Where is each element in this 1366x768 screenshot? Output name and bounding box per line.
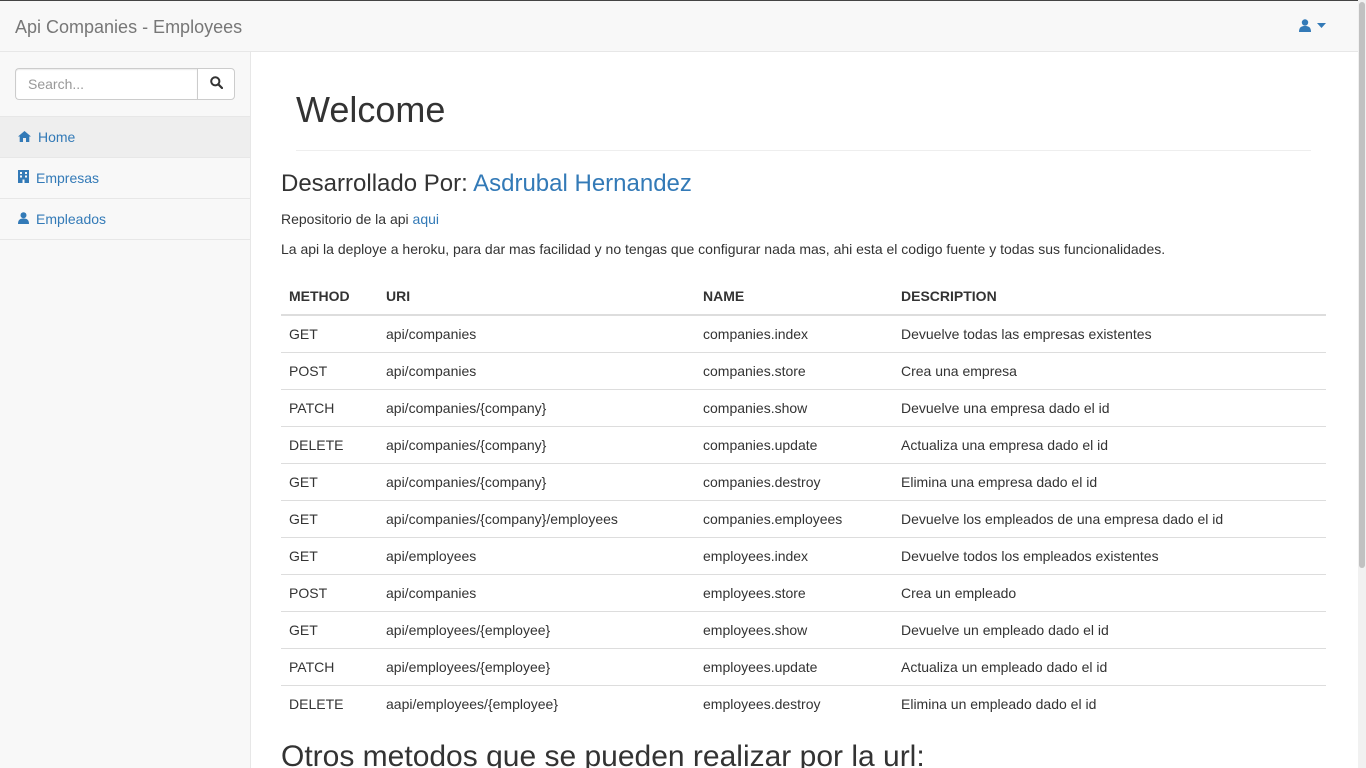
table-row: GET api/employees/{employee} employees.sho…: [281, 610, 1326, 649]
column-header-description: DESCRIPTION: [893, 276, 1326, 316]
table-header-row: METHOD URI NAME DESCRIPTION: [281, 276, 1326, 316]
cell-uri: api/employees: [378, 536, 695, 575]
cell-name: companies.show: [695, 388, 893, 427]
cell-name: companies.store: [695, 351, 893, 390]
routes-table: METHOD URI NAME DESCRIPTION GET api/compa…: [281, 276, 1326, 723]
repo-link[interactable]: aqui: [413, 211, 439, 227]
cell-method: PATCH: [281, 647, 378, 686]
cell-method: GET: [281, 314, 378, 353]
cell-name: companies.destroy: [695, 462, 893, 501]
sidebar-search: [15, 68, 235, 100]
search-icon: [209, 76, 223, 92]
cell-description: Devuelve los empleados de una empresa da…: [893, 499, 1326, 538]
cell-uri: api/companies/{company}: [378, 388, 695, 427]
table-row: PATCH api/companies/{company} companies.sh…: [281, 388, 1326, 427]
sidebar-item-home[interactable]: Home: [0, 117, 250, 158]
cell-uri: api/companies/{company}: [378, 462, 695, 501]
api-description: La api la deploye a heroku, para dar mas…: [281, 240, 1166, 257]
developed-by-label: Desarrollado Por:: [281, 169, 468, 197]
table-row: GET api/companies/{company} companies.dest…: [281, 462, 1326, 501]
sidebar-item-label: Home: [38, 129, 76, 145]
column-header-method: METHOD: [281, 276, 378, 316]
table-row: DELETE api/companies/{company} companies.u…: [281, 425, 1326, 464]
cell-method: DELETE: [281, 425, 378, 464]
cell-description: Actualiza una empresa dado el id: [893, 425, 1326, 464]
cell-name: employees.update: [695, 647, 893, 686]
page-scrollbar[interactable]: [1358, 0, 1366, 768]
other-methods-heading: Otros metodos que se pueden realizar por…: [281, 740, 925, 768]
sidebar-item-label: Empleados: [36, 211, 107, 227]
cell-method: DELETE: [281, 684, 378, 723]
top-navbar: Api Companies - Employees: [0, 0, 1358, 52]
user-icon: [18, 211, 36, 227]
developer-heading: Desarrollado Por: Asdrubal Hernandez: [281, 169, 1326, 197]
developer-link[interactable]: Asdrubal Hernandez: [473, 170, 692, 197]
cell-name: employees.show: [695, 610, 893, 649]
table-row: PATCH api/employees/{employee} employees.u…: [281, 647, 1326, 686]
cell-uri: aapi/employees/{employee}: [378, 684, 695, 723]
page-title: Welcome: [296, 89, 446, 130]
table-row: GET api/companies/{company}/employees comp…: [281, 499, 1326, 538]
cell-description: Actualiza un empleado dado el id: [893, 647, 1326, 686]
cell-name: employees.store: [695, 573, 893, 612]
cell-method: GET: [281, 499, 378, 538]
sidebar-item-empleados[interactable]: Empleados: [0, 199, 250, 240]
cell-method: POST: [281, 573, 378, 612]
column-header-name: NAME: [695, 276, 893, 316]
table-row: POST api/companies companies.store Crea una…: [281, 351, 1326, 390]
cell-method: GET: [281, 462, 378, 501]
cell-name: companies.index: [695, 314, 893, 353]
repo-text: Repositorio de la api: [281, 210, 409, 227]
cell-description: Devuelve un empleado dado el id: [893, 610, 1326, 649]
cell-uri: api/companies/{company}: [378, 425, 695, 464]
cell-method: POST: [281, 351, 378, 390]
cell-uri: api/companies/{company}/employees: [378, 499, 695, 538]
cell-name: companies.employees: [695, 499, 893, 538]
cell-name: employees.index: [695, 536, 893, 575]
repo-line: Repositorio de la api aqui: [281, 209, 1326, 229]
sidebar-item-empresas[interactable]: Empresas: [0, 158, 250, 199]
cell-uri: api/companies: [378, 351, 695, 390]
search-input[interactable]: [15, 68, 197, 100]
brand-link[interactable]: Api Companies - Employees: [15, 17, 242, 37]
cell-uri: api/companies: [378, 314, 695, 353]
caret-down-icon: [1317, 22, 1326, 29]
column-header-uri: URI: [378, 276, 695, 316]
cell-description: Elimina una empresa dado el id: [893, 462, 1326, 501]
sidebar-nav: Home Empresas Empleados: [0, 116, 250, 240]
building-icon: [18, 170, 36, 186]
scrollbar-thumb[interactable]: [1359, 2, 1365, 568]
page-header: Welcome: [296, 52, 1311, 151]
cell-method: GET: [281, 610, 378, 649]
cell-method: PATCH: [281, 388, 378, 427]
cell-description: Devuelve todas las empresas existentes: [893, 314, 1326, 353]
table-row: POST api/companies employees.store Crea un …: [281, 573, 1326, 612]
cell-description: Crea una empresa: [893, 351, 1326, 390]
cell-description: Crea un empleado: [893, 573, 1326, 612]
cell-uri: api/employees/{employee}: [378, 610, 695, 649]
table-row: DELETE aapi/employees/{employee} employees…: [281, 684, 1326, 723]
home-icon: [18, 129, 38, 145]
cell-description: Devuelve todos los empleados existentes: [893, 536, 1326, 575]
user-dropdown-toggle[interactable]: [1299, 19, 1326, 32]
table-row: GET api/companies companies.index Devuelve …: [281, 314, 1326, 353]
main-content: Welcome Desarrollado Por: Asdrubal Herna…: [281, 52, 1326, 768]
cell-uri: api/companies: [378, 573, 695, 612]
user-icon: [1299, 19, 1311, 32]
cell-name: companies.update: [695, 425, 893, 464]
sidebar: Home Empresas Empleados: [0, 52, 251, 768]
table-row: GET api/employees employees.index Devuelve …: [281, 536, 1326, 575]
cell-name: employees.destroy: [695, 684, 893, 723]
sidebar-item-label: Empresas: [36, 170, 100, 186]
cell-description: Devuelve una empresa dado el id: [893, 388, 1326, 427]
search-button[interactable]: [197, 68, 235, 100]
cell-uri: api/employees/{employee}: [378, 647, 695, 686]
cell-description: Elimina un empleado dado el id: [893, 684, 1326, 723]
cell-method: GET: [281, 536, 378, 575]
